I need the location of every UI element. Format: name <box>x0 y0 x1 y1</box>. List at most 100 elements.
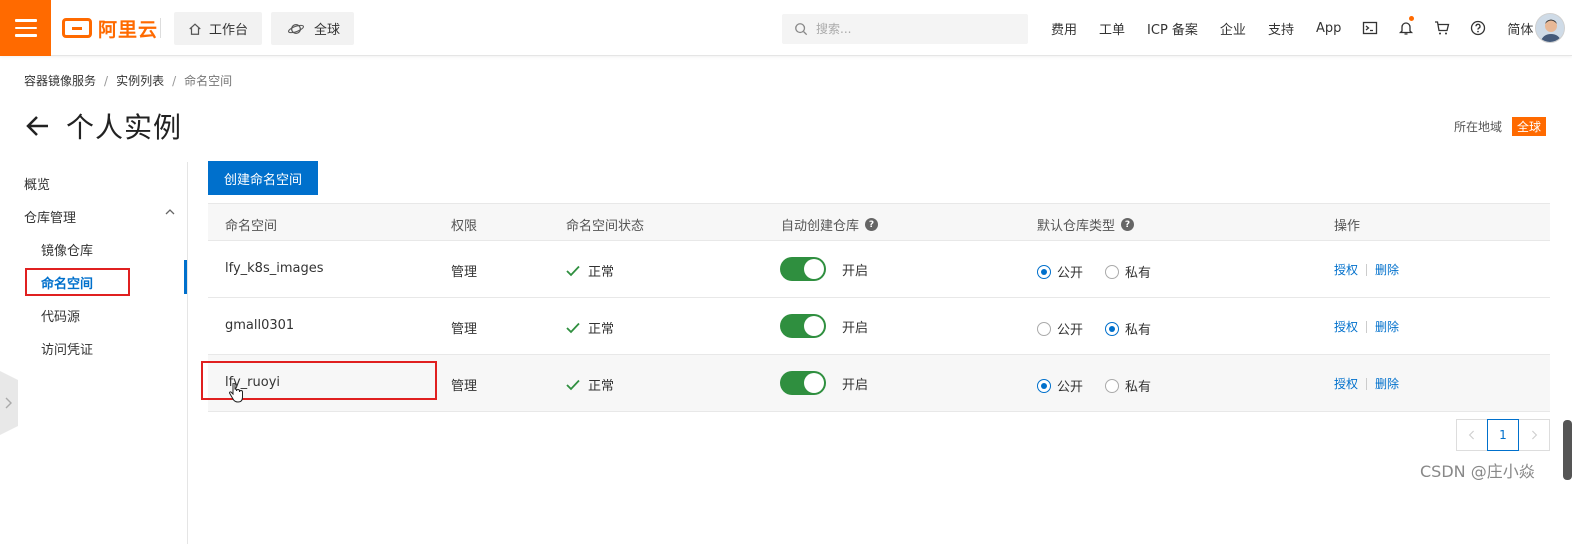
region-label: 所在地域 <box>1454 120 1503 134</box>
authorize-link[interactable]: 授权 <box>1334 375 1358 392</box>
permission-value: 管理 <box>451 265 478 280</box>
sidebar-item-image-repos[interactable]: 镜像仓库 <box>41 240 93 259</box>
top-link-tickets[interactable]: 工单 <box>1088 19 1136 38</box>
terminal-icon[interactable] <box>1352 0 1388 56</box>
radio-public[interactable]: 公开 <box>1037 376 1083 395</box>
table-row: gmall0301 管理 正常 开启 公开 私有 授权 删除 <box>208 298 1550 355</box>
chevron-right-icon <box>1532 430 1538 440</box>
status-text: 正常 <box>588 265 615 280</box>
search-box[interactable] <box>782 14 1028 44</box>
delete-link[interactable]: 删除 <box>1375 318 1399 335</box>
global-label: 全球 <box>314 23 341 38</box>
search-input[interactable] <box>816 22 1006 36</box>
pagination: 1 <box>1456 419 1550 451</box>
sidebar-item-code-sources[interactable]: 代码源 <box>41 306 80 325</box>
radio-private[interactable]: 私有 <box>1105 376 1151 395</box>
sidebar-item-repo-management[interactable]: 仓库管理 <box>24 207 76 226</box>
toggle-label: 开启 <box>842 320 869 336</box>
status-text: 正常 <box>588 379 615 394</box>
prev-page-button[interactable] <box>1456 419 1488 451</box>
toggle-label: 开启 <box>842 263 869 279</box>
chevron-right-icon <box>5 397 12 409</box>
auto-create-cell: 开启 <box>780 257 868 281</box>
radio-label: 公开 <box>1057 323 1084 338</box>
radio-label: 私有 <box>1125 380 1152 395</box>
user-avatar[interactable] <box>1535 13 1565 43</box>
check-icon <box>566 265 580 276</box>
delete-link[interactable]: 删除 <box>1375 261 1399 278</box>
authorize-link[interactable]: 授权 <box>1334 318 1358 335</box>
status-text: 正常 <box>588 322 615 337</box>
chevron-up-icon[interactable] <box>164 206 176 218</box>
authorize-link[interactable]: 授权 <box>1334 261 1358 278</box>
repo-type-radio-group: 公开 私有 <box>1037 376 1151 395</box>
page-header: 个人实例 <box>24 106 182 146</box>
radio-label: 私有 <box>1125 323 1152 338</box>
page-title: 个人实例 <box>66 111 183 144</box>
region-badge[interactable]: 全球 <box>1512 117 1547 136</box>
home-icon <box>189 22 201 35</box>
page-number-button[interactable]: 1 <box>1487 419 1519 451</box>
radio-label: 私有 <box>1125 266 1152 281</box>
top-link-support[interactable]: 支持 <box>1257 19 1305 38</box>
back-arrow-icon[interactable] <box>24 112 52 140</box>
auto-create-toggle[interactable] <box>780 257 826 281</box>
hamburger-menu-icon[interactable] <box>0 0 51 56</box>
sidebar-collapse-handle[interactable] <box>0 371 18 435</box>
top-link-enterprise[interactable]: 企业 <box>1209 19 1257 38</box>
aliyun-logo-icon <box>62 18 92 38</box>
auto-create-cell: 开启 <box>780 314 868 338</box>
breadcrumb-item-instances[interactable]: 实例列表 <box>116 72 164 89</box>
breadcrumb: 容器镜像服务 / 实例列表 / 命名空间 <box>24 72 232 89</box>
bell-icon[interactable] <box>1388 0 1424 56</box>
radio-label: 公开 <box>1057 266 1084 281</box>
top-link-fees[interactable]: 费用 <box>1040 19 1088 38</box>
top-navigation-bar: 阿里云 工作台 全球 费用 工单 ICP 备案 企业 支持 App 简体 <box>0 0 1572 56</box>
top-links: 费用 工单 ICP 备案 企业 支持 App 简体 <box>1040 0 1544 56</box>
hand-cursor-icon <box>228 383 243 403</box>
sidebar: 概览 仓库管理 镜像仓库 命名空间 代码源 访问凭证 <box>0 162 188 544</box>
create-namespace-button[interactable]: 创建命名空间 <box>208 161 318 195</box>
top-link-icp[interactable]: ICP 备案 <box>1136 19 1209 38</box>
help-circle-icon[interactable] <box>1460 0 1496 56</box>
chevron-left-icon <box>1468 430 1474 440</box>
sidebar-item-overview[interactable]: 概览 <box>24 174 50 193</box>
cart-icon[interactable] <box>1424 0 1460 56</box>
search-icon <box>795 23 808 36</box>
radio-private[interactable]: 私有 <box>1105 262 1151 281</box>
global-region-button[interactable]: 全球 <box>271 12 355 45</box>
scrollbar-thumb[interactable] <box>1563 420 1572 480</box>
workbench-label: 工作台 <box>209 23 249 38</box>
help-icon[interactable]: ? <box>865 218 879 231</box>
auto-create-toggle[interactable] <box>780 314 826 338</box>
auto-create-cell: 开启 <box>780 371 868 395</box>
highlight-box-namespace-menu <box>25 268 130 296</box>
top-link-app[interactable]: App <box>1305 21 1352 36</box>
radio-public[interactable]: 公开 <box>1037 319 1083 338</box>
active-indicator <box>184 260 187 294</box>
logo-text: 阿里云 <box>98 18 159 41</box>
divider <box>1366 263 1368 276</box>
toggle-label: 开启 <box>842 377 869 393</box>
radio-public[interactable]: 公开 <box>1037 262 1083 281</box>
status-cell: 正常 <box>566 318 614 337</box>
radio-private[interactable]: 私有 <box>1105 319 1151 338</box>
actions-cell: 授权 删除 <box>1334 261 1399 278</box>
status-cell: 正常 <box>566 375 614 394</box>
column-header-namespace: 命名空间 <box>225 219 278 234</box>
check-icon <box>566 379 580 390</box>
next-page-button[interactable] <box>1518 419 1550 451</box>
delete-link[interactable]: 删除 <box>1375 375 1399 392</box>
aliyun-logo[interactable]: 阿里云 <box>62 14 158 42</box>
help-icon[interactable]: ? <box>1121 218 1135 231</box>
workbench-button[interactable]: 工作台 <box>174 12 263 45</box>
auto-create-toggle[interactable] <box>780 371 826 395</box>
repo-type-radio-group: 公开 私有 <box>1037 262 1151 281</box>
check-icon <box>566 322 580 333</box>
table-row: lfy_k8s_images 管理 正常 开启 公开 私有 授权 删除 <box>208 241 1550 298</box>
sidebar-item-access-credentials[interactable]: 访问凭证 <box>41 339 93 358</box>
column-header-status: 命名空间状态 <box>566 219 645 234</box>
actions-cell: 授权 删除 <box>1334 375 1399 392</box>
breadcrumb-item-service[interactable]: 容器镜像服务 <box>24 72 96 89</box>
watermark: CSDN @庄小焱 <box>1420 462 1535 481</box>
